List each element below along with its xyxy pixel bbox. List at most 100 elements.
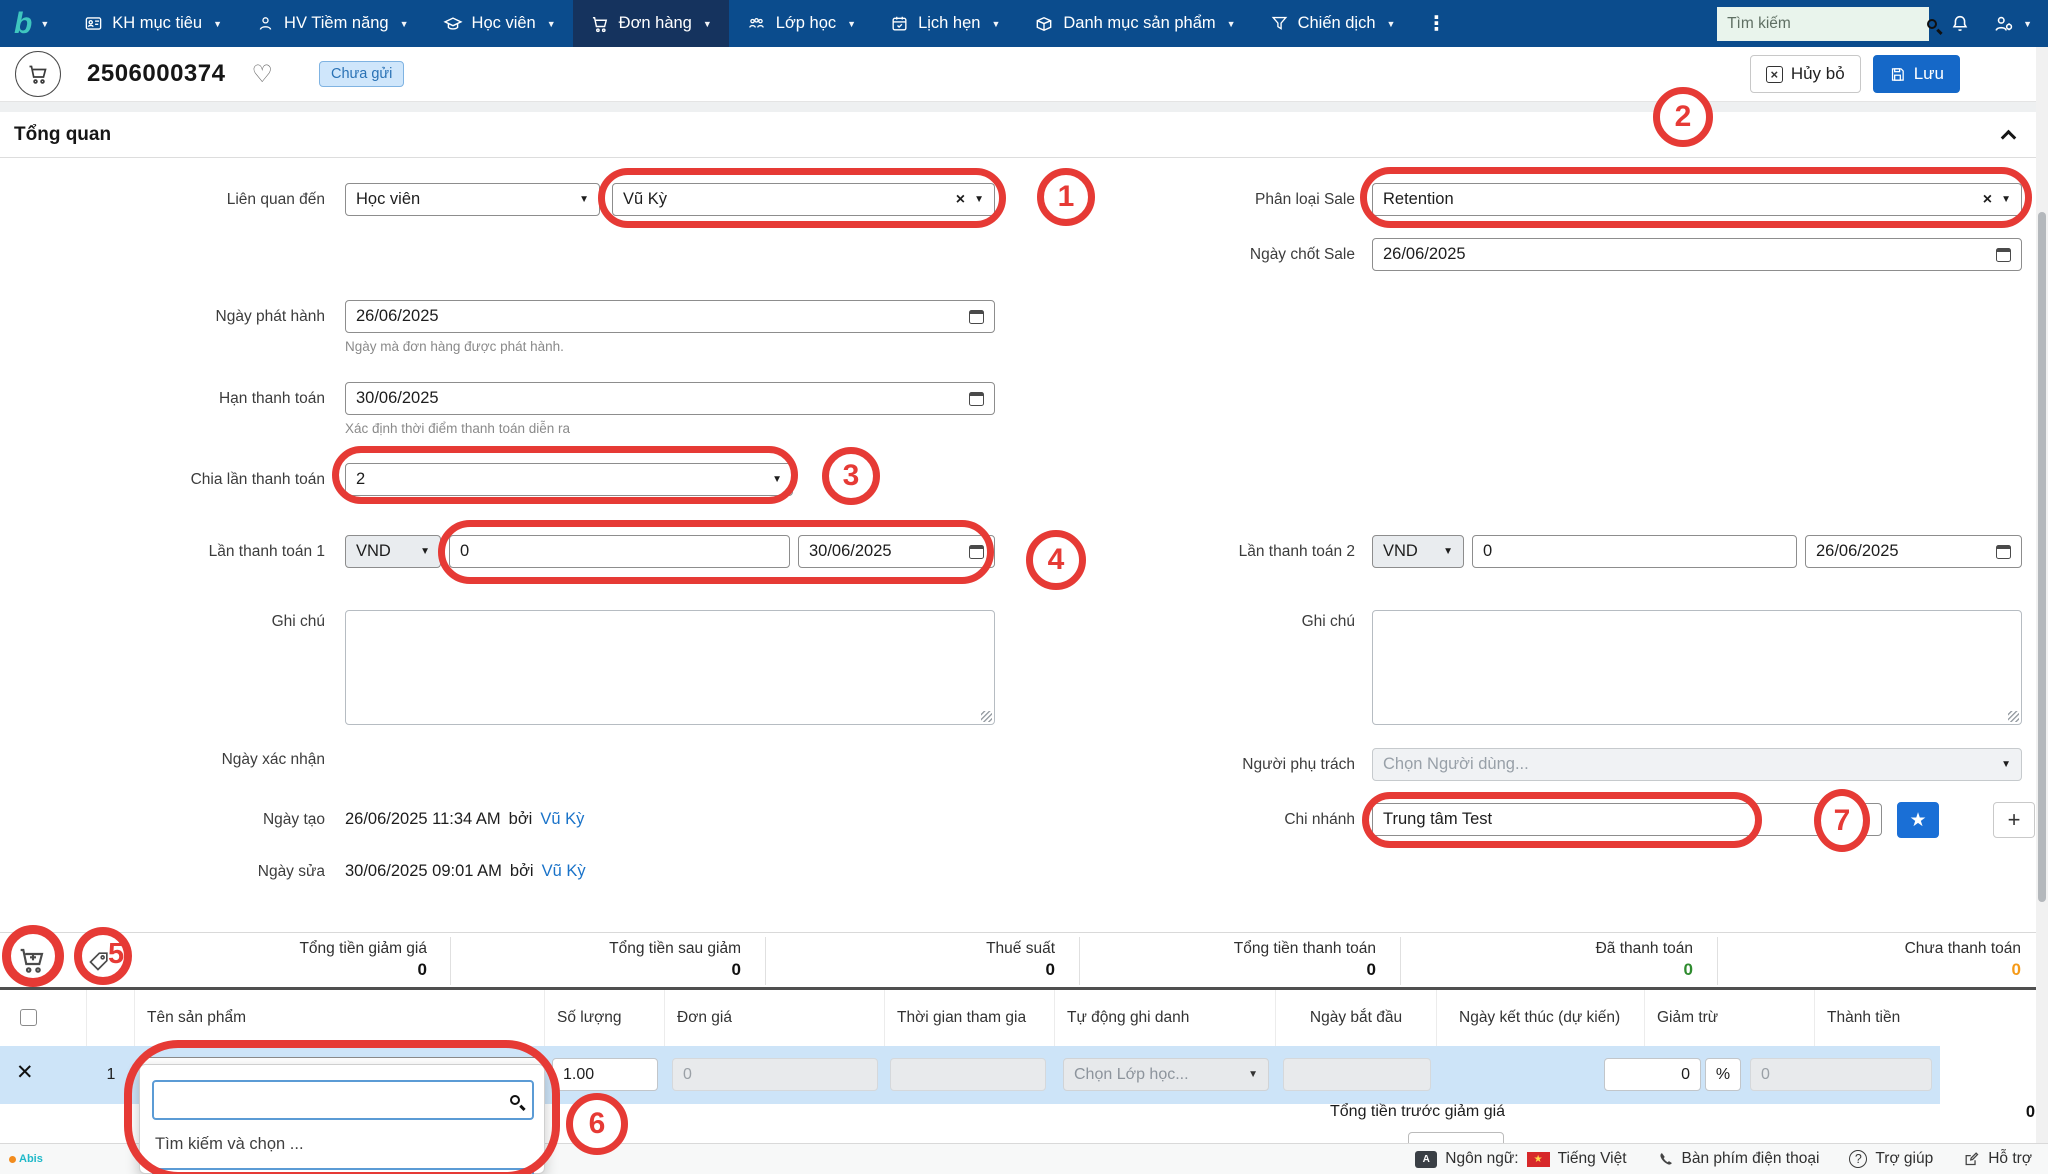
clear-x-icon[interactable]: × (1983, 191, 1992, 209)
favorite-heart-icon[interactable]: ♡ (251, 60, 273, 89)
nav-item-hoc-vien[interactable]: Học viên ▼ (426, 0, 573, 47)
dropdown-partial-item[interactable] (152, 1168, 534, 1174)
payment2-amount-input[interactable]: 0 (1472, 535, 1797, 568)
issue-date-value: 26/06/2025 (356, 307, 439, 325)
app-logo[interactable]: b ▼ (0, 0, 67, 47)
textarea-resize-handle[interactable] (2008, 711, 2019, 722)
footer-links: A Ngôn ngữ: ★ Tiếng Việt Bàn phím điện t… (1415, 1150, 2032, 1168)
due-date-input[interactable]: 30/06/2025 (345, 382, 995, 415)
notes-textarea-left[interactable] (345, 610, 995, 725)
more-menu-kebab-icon[interactable]: ⋮ (1412, 0, 1460, 47)
person-icon (256, 14, 275, 33)
language-value: Tiếng Việt (1557, 1150, 1627, 1167)
field-label-ghi-chu-left: Ghi chú (271, 613, 325, 630)
payment2-amount-value: 0 (1483, 542, 1493, 560)
payment2-date-input[interactable]: 26/06/2025 (1805, 535, 2022, 568)
chevron-down-icon: ▼ (2023, 18, 2032, 29)
search-icon[interactable] (1927, 18, 1938, 29)
payment1-amount-value: 0 (460, 542, 470, 560)
textarea-resize-handle[interactable] (981, 711, 992, 722)
question-icon (1849, 1150, 1868, 1168)
cancel-button[interactable]: × Hủy bỏ (1749, 55, 1861, 93)
nav-item-lich-hen[interactable]: Lịch hẹn ▼ (873, 0, 1017, 47)
field-label-ghi-chu-right: Ghi chú (1301, 613, 1355, 630)
chevron-down-icon: ▼ (1386, 18, 1396, 29)
deduction-input[interactable]: 0 (1604, 1058, 1701, 1091)
calendar-icon[interactable] (1996, 247, 2011, 262)
nav-item-label: Lịch hẹn (918, 14, 981, 32)
related-target-select[interactable]: Vũ Kỳ × ▼ (612, 183, 995, 216)
calendar-icon[interactable] (969, 309, 984, 324)
select-all-checkbox[interactable] (20, 1009, 37, 1026)
summary-cart-add-icon[interactable] (16, 944, 48, 976)
language-icon: A (1415, 1150, 1438, 1168)
branch-favorite-star-button[interactable]: ★ (1897, 802, 1939, 838)
field-label-ngay-tao: Ngày tạo (262, 811, 325, 828)
clear-x-icon[interactable]: × (956, 191, 965, 209)
percent-toggle-button[interactable]: % (1705, 1058, 1741, 1091)
nav-item-chien-dich[interactable]: Chiến dịch ▼ (1253, 0, 1413, 47)
payment2-date-value: 26/06/2025 (1816, 542, 1899, 560)
calendar-icon[interactable] (969, 391, 984, 406)
plus-icon: + (2007, 807, 2021, 832)
nav-item-don-hang[interactable]: Đơn hàng ▼ (572, 0, 729, 47)
nav-item-lop-hoc[interactable]: Lớp học ▼ (729, 0, 873, 47)
summary-total-after-discount: Tổng tiền sau giảm 0 (466, 933, 754, 988)
nav-item-label: Danh mục sản phẩm (1063, 14, 1216, 32)
graduation-icon (442, 14, 463, 34)
collapse-chevron-icon[interactable] (2000, 129, 2017, 146)
created-by-word: bởi (508, 810, 533, 828)
assignee-select[interactable]: Chọn Người dùng... ▼ (1372, 748, 2022, 781)
summary-unpaid: Chưa thanh toán 0 (1733, 933, 2034, 988)
chevron-down-icon: ▼ (991, 18, 1001, 29)
vertical-scrollbar-track[interactable] (2036, 47, 2048, 1174)
related-type-select[interactable]: Học viên ▼ (345, 183, 600, 216)
summary-divider (1079, 937, 1080, 985)
support-link[interactable]: Hỗ trợ (1963, 1150, 2032, 1168)
header-participation-time: Thời gian tham gia (885, 990, 1055, 1046)
product-box-icon (1034, 14, 1054, 34)
sale-type-select[interactable]: Retention × ▼ (1372, 183, 2022, 216)
save-button[interactable]: Lưu (1872, 55, 1960, 93)
remove-row-x-button[interactable]: ✕ (16, 1060, 34, 1085)
notifications-bell-icon[interactable] (1949, 13, 1971, 35)
summary-value: 0 (1045, 960, 1055, 979)
help-link[interactable]: Trợ giúp (1849, 1150, 1933, 1168)
payment2-currency-select[interactable]: VND ▼ (1372, 535, 1464, 568)
language-switcher[interactable]: A Ngôn ngữ: ★ Tiếng Việt (1415, 1150, 1627, 1168)
installments-select[interactable]: 2 ▼ (345, 463, 793, 496)
phone-keypad-link[interactable]: Bàn phím điện thoại (1657, 1150, 1819, 1168)
issue-date-input[interactable]: 26/06/2025 (345, 300, 995, 333)
payment1-amount-input[interactable]: 0 (449, 535, 790, 568)
user-settings-icon[interactable]: ▼ (1991, 13, 2032, 35)
field-label-ngay-chot-sale: Ngày chốt Sale (1249, 246, 1355, 263)
calendar-icon[interactable] (1996, 544, 2011, 559)
class-placeholder: Chọn Lớp học... (1074, 1065, 1189, 1083)
nav-item-danh-muc-san-pham[interactable]: Danh mục sản phẩm ▼ (1017, 0, 1252, 47)
class-select[interactable]: Chọn Lớp học... ▼ (1063, 1058, 1269, 1091)
modified-by-user-link[interactable]: Vũ Kỳ (542, 862, 586, 881)
payment1-currency-select[interactable]: VND ▼ (345, 535, 441, 568)
global-search (1717, 6, 1938, 41)
discount-tag-icon[interactable] (86, 949, 111, 974)
product-search-box[interactable] (152, 1080, 534, 1120)
search-input[interactable] (1727, 14, 1928, 33)
created-by-user-link[interactable]: Vũ Kỳ (540, 810, 584, 829)
modified-by-word: bởi (509, 862, 534, 880)
nav-item-kh-muc-tieu[interactable]: KH mục tiêu ▼ (67, 0, 239, 47)
nav-item-hv-tiem-nang[interactable]: HV Tiềm năng ▼ (239, 0, 425, 47)
qty-input[interactable]: 1.00 (552, 1058, 658, 1091)
pre-discount-total-value: 0 (2025, 1103, 2035, 1121)
vertical-scrollbar-thumb[interactable] (2038, 212, 2046, 902)
notes-textarea-right[interactable] (1372, 610, 2022, 725)
payment1-date-input[interactable]: 30/06/2025 (798, 535, 995, 568)
summary-label: Thuế suất (986, 940, 1055, 957)
calendar-icon[interactable] (969, 544, 984, 559)
dropdown-hint-text: Tìm kiếm và chọn ... (155, 1135, 304, 1153)
language-label: Ngôn ngữ: (1445, 1150, 1519, 1167)
sale-close-date-input[interactable]: 26/06/2025 (1372, 238, 2022, 271)
branch-add-button[interactable]: + (1993, 802, 2035, 838)
summary-label: Tổng tiền sau giảm (609, 940, 741, 957)
branch-select[interactable]: Trung tâm Test ▼ (1372, 803, 1882, 836)
pre-discount-total-label: Tổng tiền trước giảm giá (1330, 1103, 1506, 1120)
